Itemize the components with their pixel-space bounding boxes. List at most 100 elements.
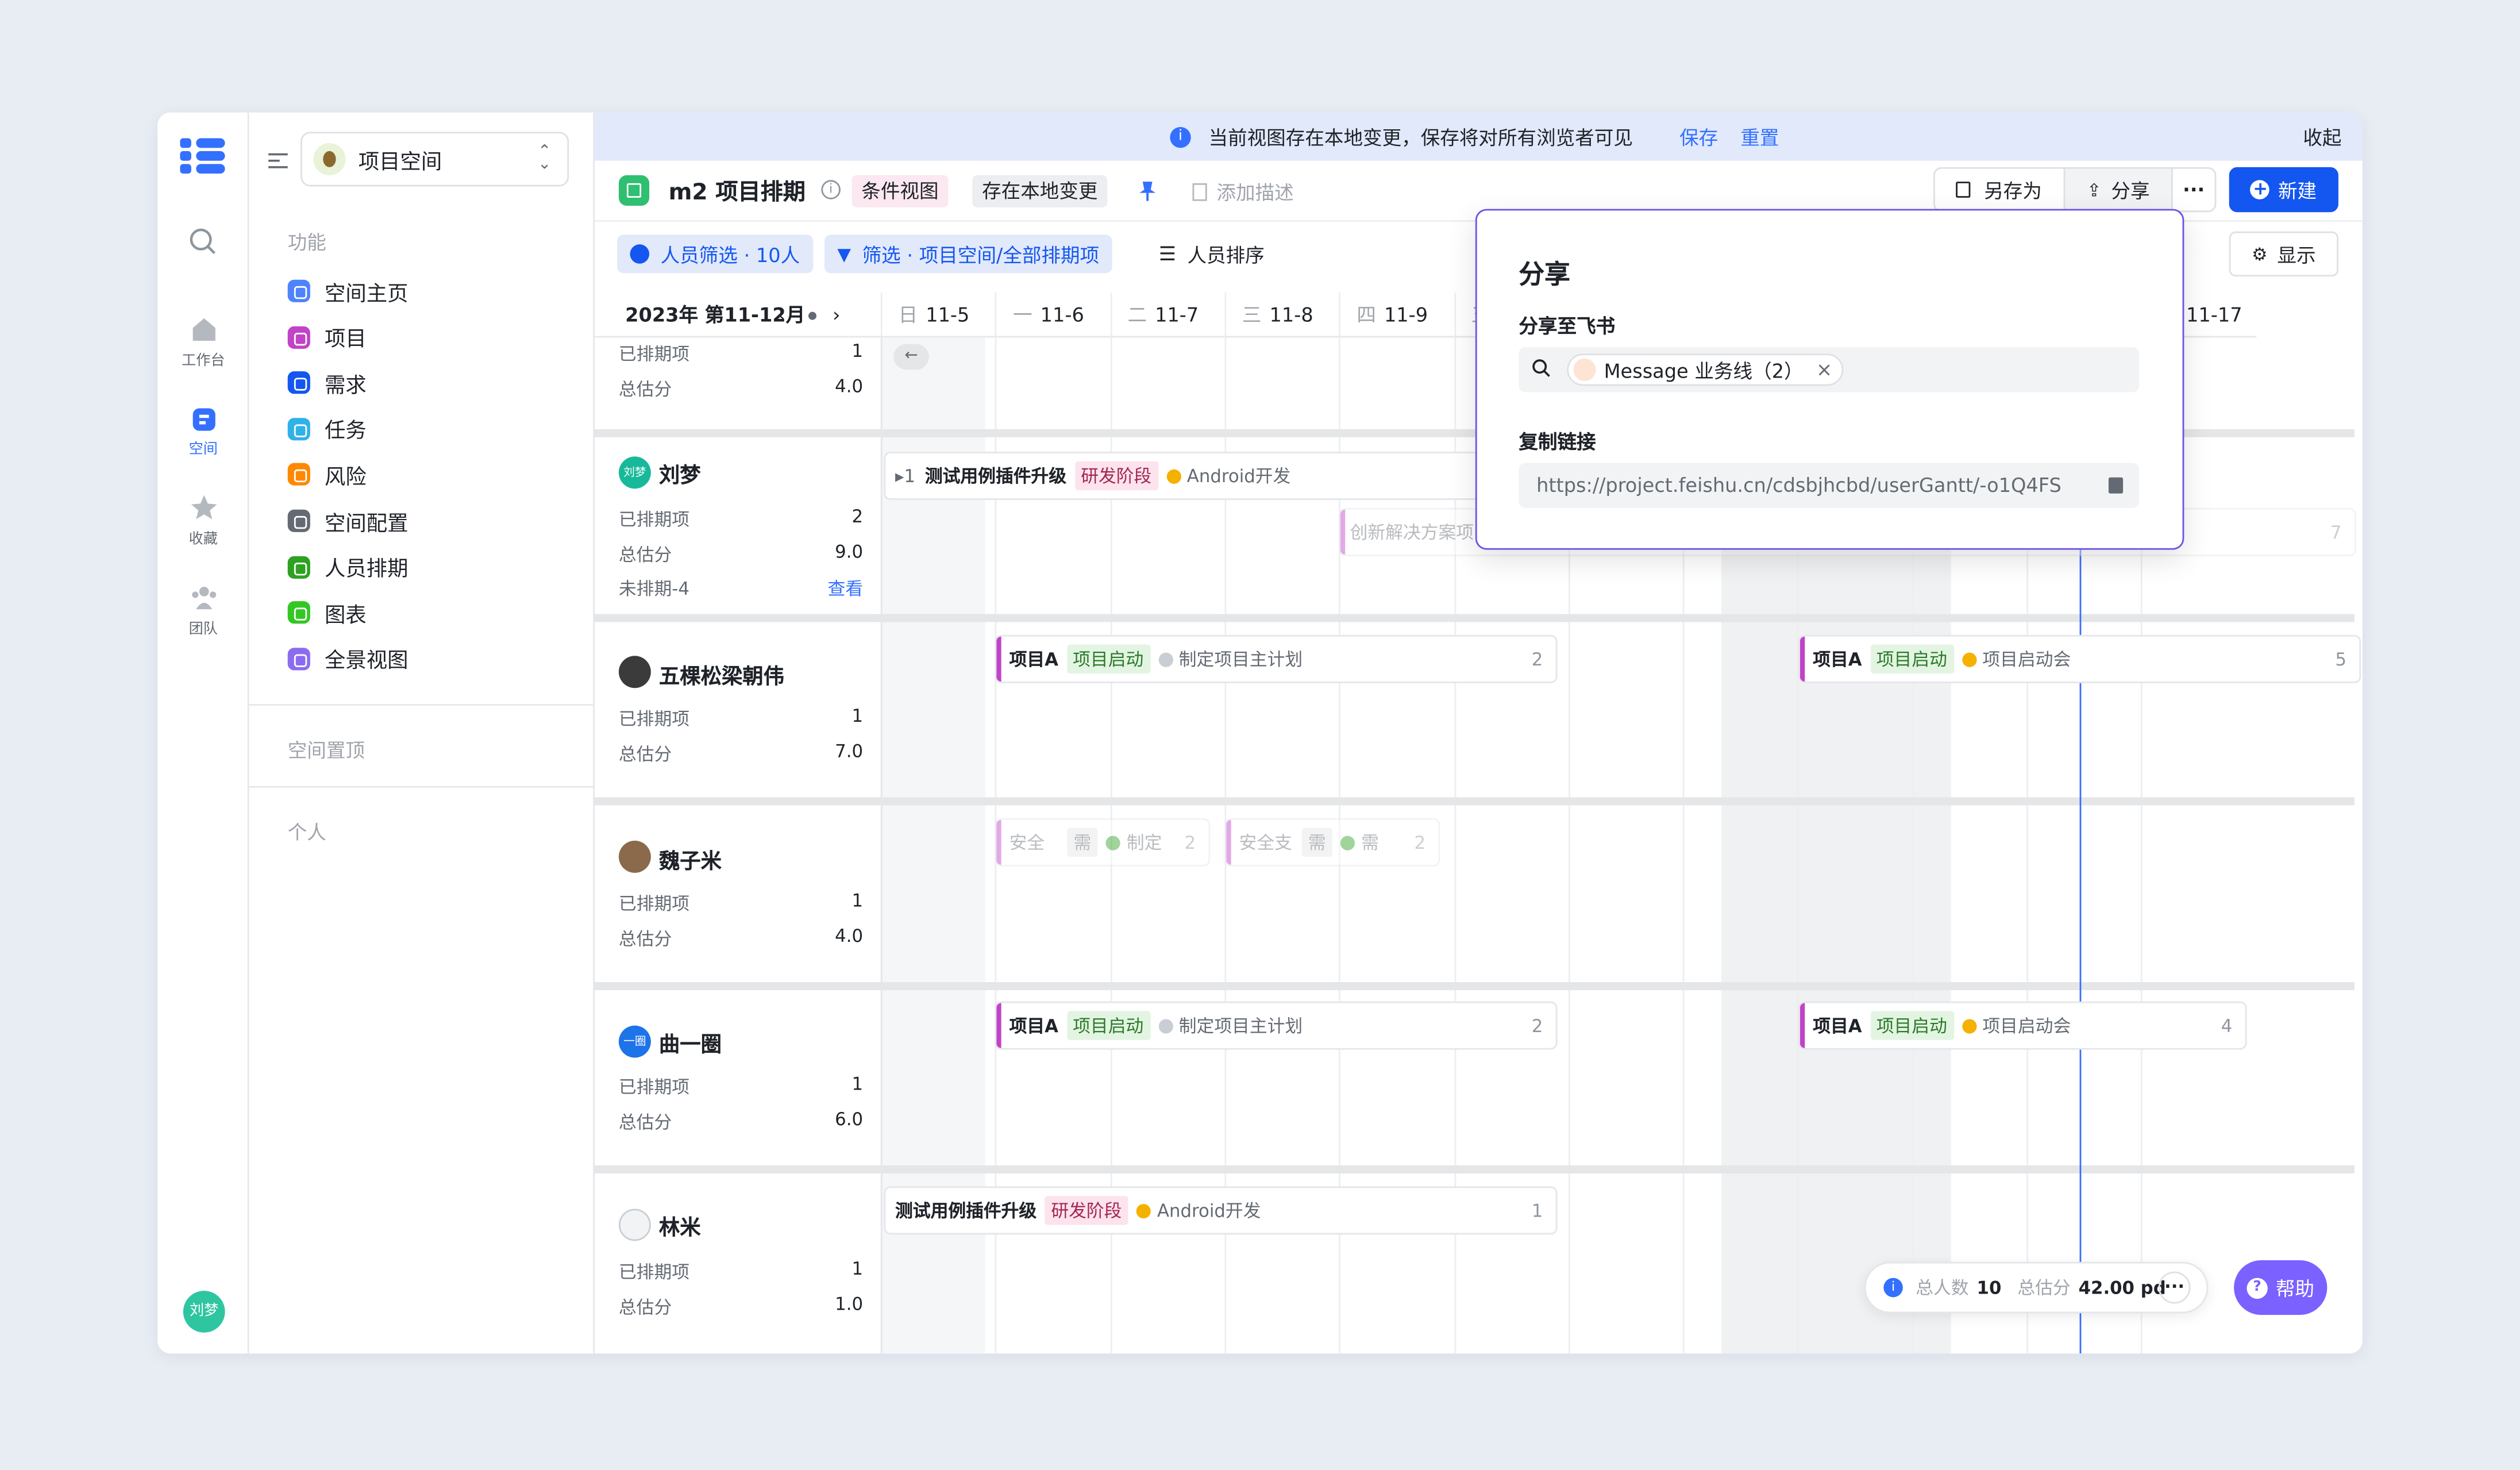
- total-est-label: 总估分: [2017, 1277, 2071, 1299]
- divider: [249, 704, 595, 706]
- stage-tag: 需: [1301, 828, 1332, 857]
- prev-month-icon[interactable]: ‹: [778, 293, 785, 337]
- row-stat: 总估分 9.0: [618, 541, 864, 566]
- sidebar-item-icon: [287, 555, 310, 578]
- status-dot: [1158, 1018, 1173, 1033]
- section-personal: 个人: [287, 821, 326, 844]
- next-month-icon[interactable]: ›: [833, 293, 840, 337]
- tag-local-change[interactable]: 存在本地变更: [972, 175, 1108, 207]
- people-filter-chip[interactable]: 人员筛选 · 10人: [617, 234, 813, 274]
- sidebar-item-icon: [287, 417, 310, 440]
- row-stat: 已排期项 1: [618, 1073, 864, 1098]
- row-separator: [594, 982, 2355, 991]
- chevron-updown-icon: ⌃ ⌄: [537, 143, 552, 174]
- row-stat: 已排期项 1: [618, 341, 864, 365]
- member-name[interactable]: 刘梦: [659, 458, 701, 488]
- status-dot: [1340, 835, 1355, 850]
- status-dot: [1105, 835, 1120, 850]
- row-separator: [594, 614, 2355, 622]
- member-name[interactable]: 林米: [659, 1210, 701, 1241]
- save-link[interactable]: 保存: [1679, 123, 1718, 151]
- schedule-bar[interactable]: 安全支 需 需 2: [1224, 818, 1440, 867]
- sidebar-item[interactable]: 任务: [287, 411, 367, 447]
- app-window: 工作台 空间 收藏 团队 刘梦 项目空间 ⌃ ⌄ 功能 空间主页项目需求任务风险空…: [157, 112, 2363, 1354]
- sidebar-item[interactable]: 人员排期: [287, 549, 409, 585]
- schedule-bar[interactable]: 项目A 项目启动 制定项目主计划 2: [995, 634, 1558, 683]
- user-icon: [630, 244, 650, 264]
- scroll-back-button[interactable]: ←: [893, 344, 929, 370]
- sidebar-item-label: 空间主页: [325, 282, 409, 306]
- share-url: https://project.feishu.cn/cdsbjhcbd/user…: [1536, 474, 2062, 497]
- rail-item-space[interactable]: 空间: [157, 407, 249, 458]
- display-button[interactable]: ⚙ 显示: [2229, 231, 2338, 277]
- rail-label: 团队: [188, 622, 218, 638]
- status-dot: [1166, 468, 1181, 483]
- share-recipients-field[interactable]: Message 业务线（2） ×: [1519, 347, 2140, 392]
- save-as-button[interactable]: 另存为: [1933, 167, 2066, 213]
- reset-link[interactable]: 重置: [1740, 123, 1779, 151]
- collapse-sidebar-icon[interactable]: [267, 148, 289, 178]
- sidebar-item-label: 全景视图: [325, 649, 409, 674]
- date-label: 11-5: [926, 303, 970, 326]
- sidebar-item[interactable]: 需求: [287, 365, 367, 401]
- view-unscheduled-link[interactable]: 查看: [828, 575, 864, 601]
- rail-item-team[interactable]: 团队: [157, 583, 249, 638]
- info-circle-icon[interactable]: i: [821, 180, 841, 199]
- status-dot: [1962, 652, 1976, 667]
- add-description-label: 添加描述: [1216, 182, 1294, 205]
- schedule-bar[interactable]: 项目A 项目启动 制定项目主计划 2: [995, 1001, 1558, 1050]
- chat-chip[interactable]: Message 业务线（2） ×: [1567, 353, 1844, 386]
- avatar: [618, 656, 651, 688]
- sidebar-item[interactable]: 项目: [287, 320, 367, 355]
- filter-chip[interactable]: ▼ 筛选 · 项目空间/全部排期项: [824, 234, 1112, 274]
- schedule-bar[interactable]: 项目A 项目启动 项目启动会 4: [1798, 1001, 2247, 1050]
- more-icon[interactable]: ···: [2158, 1271, 2191, 1304]
- add-description[interactable]: 添加描述: [1192, 178, 1294, 206]
- more-button[interactable]: ···: [2171, 167, 2217, 213]
- tag-conditional-view[interactable]: 条件视图: [851, 175, 949, 207]
- section-features: 功能: [287, 231, 326, 254]
- avatar: 刘梦: [618, 456, 651, 489]
- help-button[interactable]: ? 帮助: [2234, 1260, 2328, 1315]
- sidebar-item[interactable]: 全景视图: [287, 641, 409, 677]
- new-button[interactable]: + 新建: [2229, 167, 2338, 213]
- sidebar-item-icon: [287, 325, 310, 348]
- sidebar-item-label: 人员排期: [325, 557, 409, 582]
- sidebar-item-label: 需求: [325, 374, 367, 398]
- avatar: [618, 1209, 651, 1241]
- member-name[interactable]: 魏子米: [659, 844, 722, 875]
- status-dot: [1962, 1018, 1976, 1033]
- share-popover: 分享 分享至飞书 Message 业务线（2） × 复制链接 https://p…: [1475, 209, 2184, 550]
- member-name[interactable]: 五棵松梁朝伟: [659, 659, 784, 690]
- new-label: 新建: [2278, 179, 2317, 202]
- close-icon[interactable]: ×: [1816, 359, 1832, 381]
- member-name[interactable]: 曲一圈: [659, 1027, 722, 1058]
- copy-icon[interactable]: [2108, 477, 2124, 494]
- total-est-value: 42.00 pd: [2078, 1277, 2166, 1298]
- sidebar-item[interactable]: 图表: [287, 595, 367, 630]
- sidebar-item[interactable]: 空间配置: [287, 503, 409, 539]
- collapse-link[interactable]: 收起: [2303, 123, 2341, 151]
- sidebar-item[interactable]: 风险: [287, 457, 367, 492]
- share-url-field[interactable]: https://project.feishu.cn/cdsbjhcbd/user…: [1519, 463, 2140, 508]
- plus-icon: +: [2251, 179, 2270, 199]
- share-button[interactable]: ⇪ 分享: [2063, 167, 2173, 213]
- rail-item-workbench[interactable]: 工作台: [157, 315, 249, 370]
- row-stat: 已排期项 2: [618, 506, 864, 531]
- sidebar-item[interactable]: 空间主页: [287, 274, 409, 309]
- schedule-bar[interactable]: 项目A 项目启动 项目启动会 5: [1798, 634, 2361, 683]
- today-dot-icon[interactable]: [808, 311, 816, 320]
- expand-toggle[interactable]: ▸1: [895, 465, 915, 486]
- day-header: 四 11-9: [1339, 293, 1455, 338]
- schedule-bar[interactable]: 测试用例插件升级 研发阶段 Android开发 1: [884, 1186, 1558, 1235]
- space-switcher[interactable]: 项目空间 ⌃ ⌄: [300, 132, 569, 187]
- group-chat-icon: [1573, 358, 1596, 381]
- schedule-bar[interactable]: 安全 需 制定 2: [995, 818, 1211, 867]
- sort-people-button[interactable]: ☰ 人员排序: [1146, 234, 1277, 273]
- search-icon[interactable]: [188, 226, 217, 262]
- schedule-bar[interactable]: ▸1 测试用例插件升级 研发阶段 Android开发: [884, 452, 1527, 500]
- user-avatar[interactable]: 刘梦: [183, 1291, 225, 1333]
- rail-item-favorites[interactable]: 收藏: [157, 494, 249, 548]
- sidebar-item-icon: [287, 509, 310, 532]
- pin-icon[interactable]: [1138, 178, 1157, 209]
